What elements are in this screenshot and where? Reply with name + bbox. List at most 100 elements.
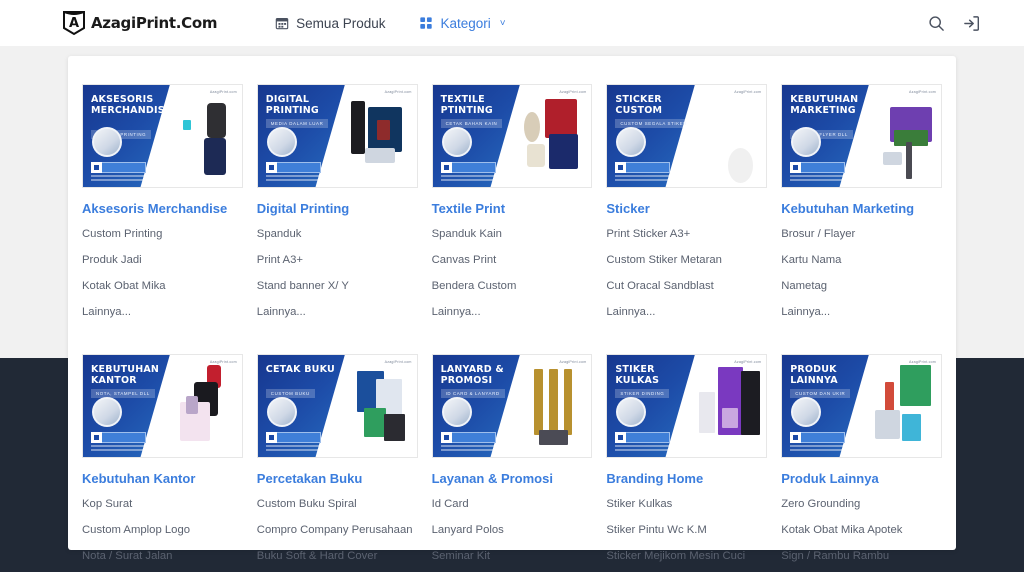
list-item: Brosur / Flayer (781, 224, 942, 242)
category-sub-link[interactable]: Kotak Obat Mika (82, 280, 166, 292)
banner-shop-button[interactable] (441, 162, 496, 173)
banner-product-photo (705, 134, 730, 169)
brand-logo[interactable]: A AzagiPrint.Com (62, 10, 217, 36)
category-title-link[interactable]: Layanan & Promosi (432, 471, 593, 486)
category-title-link[interactable]: Branding Home (606, 471, 767, 486)
category-sub-link[interactable]: Bendera Custom (432, 280, 517, 292)
category-sub-link[interactable]: Print Sticker A3+ (606, 228, 690, 240)
category-banner[interactable]: LANYARD & PROMOSI ID CARD & LANYARD Azag… (432, 354, 593, 458)
category-sub-link[interactable]: Kartu Nama (781, 254, 841, 266)
category-title-link[interactable]: Kebutuhan Kantor (82, 471, 243, 486)
category-sub-link[interactable]: Spanduk Kain (432, 228, 502, 240)
shop-now-pill (801, 162, 845, 173)
category-item-list: Kop Surat Custom Amplop Logo Nota / Sura… (82, 494, 243, 572)
category-sub-link[interactable]: Kotak Obat Mika Apotek (781, 524, 902, 536)
banner-shop-button[interactable] (266, 162, 321, 173)
list-item: Bendera Custom (432, 276, 593, 294)
list-item: Compro Company Perusahaan (257, 520, 418, 538)
cart-icon (790, 162, 801, 173)
banner-shop-button[interactable] (615, 432, 670, 443)
list-item: Lainnya... (257, 302, 418, 320)
banner-photo-collage (518, 355, 591, 457)
category-title-link[interactable]: Digital Printing (257, 201, 418, 216)
list-item: Stiker Pintu Wc K.M (606, 520, 767, 538)
category-sub-link[interactable]: Sign / Rambu Rambu (781, 550, 889, 562)
category-banner[interactable]: KEBUTUHAN KANTOR NOTA, STAMPEL DLL Azagi… (82, 354, 243, 458)
category-title-link[interactable]: Percetakan Buku (257, 471, 418, 486)
search-icon[interactable] (928, 15, 945, 32)
category-sub-link[interactable]: Buku Soft & Hard Cover (257, 550, 378, 562)
category-banner[interactable]: CETAK BUKU CUSTOM BUKU AzagiPrint.com (257, 354, 418, 458)
category-banner[interactable]: KEBUTUHAN MARKETING BROSUR FLYER DLL Aza… (781, 84, 942, 188)
category-sub-link[interactable]: Brosur / Flayer (781, 228, 855, 240)
cart-icon (91, 432, 102, 443)
shield-a-logo-icon: A (62, 10, 86, 36)
category-sub-link[interactable]: Print A3+ (257, 254, 303, 266)
category-sub-link[interactable]: Canvas Print (432, 254, 497, 266)
category-sub-link[interactable]: Cut Oracal Sandblast (606, 280, 713, 292)
category-sub-link[interactable]: Seminar Kit (432, 550, 490, 562)
category-sub-link[interactable]: Kop Surat (82, 498, 132, 510)
banner-photo-collage (169, 355, 242, 457)
category-sub-link[interactable]: Spanduk (257, 228, 302, 240)
list-item: Kotak Obat Mika Apotek (781, 520, 942, 538)
category-banner[interactable]: TEXTILE PTINTING CETAK BAHAN KAIN AzagiP… (432, 84, 593, 188)
category-title-link[interactable]: Textile Print (432, 201, 593, 216)
category-sub-link[interactable]: Nota / Surat Jalan (82, 550, 172, 562)
category-sub-link[interactable]: Stand banner X/ Y (257, 280, 349, 292)
banner-shop-button[interactable] (790, 432, 845, 443)
category-sub-link[interactable]: Produk Jadi (82, 254, 142, 266)
banner-shop-button[interactable] (266, 432, 321, 443)
category-sub-link[interactable]: Sticker Mejikom Mesin Cuci (606, 550, 745, 562)
nav-item-kategori[interactable]: Kategori ˅ (419, 16, 505, 31)
banner-caption-lines (615, 445, 694, 453)
category-banner[interactable]: PRODUK LAINNYA CUSTOM DAN UKIR AzagiPrin… (781, 354, 942, 458)
category-sub-link[interactable]: Custom Stiker Metaran (606, 254, 722, 266)
category-sub-link[interactable]: Compro Company Perusahaan (257, 524, 413, 536)
banner-product-photo (722, 408, 738, 428)
banner-shop-button[interactable] (91, 432, 146, 443)
banner-product-photo (527, 144, 545, 166)
category-banner[interactable]: STICKER CUSTOM CUSTOM SEGALA STIKER Azag… (606, 84, 767, 188)
banner-shop-button[interactable] (91, 162, 146, 173)
nav-item-semua-produk[interactable]: Semua Produk (275, 16, 385, 31)
list-item: Custom Stiker Metaran (606, 250, 767, 268)
shop-now-pill (626, 162, 670, 173)
category-more-link[interactable]: Lainnya... (257, 306, 306, 318)
banner-watermark: AzagiPrint.com (909, 360, 936, 364)
category-sub-link[interactable]: Custom Amplop Logo (82, 524, 190, 536)
category-banner[interactable]: DIGITAL PRINTING MEDIA DALAM LUAR AzagiP… (257, 84, 418, 188)
category-sub-link[interactable]: Stiker Pintu Wc K.M (606, 524, 706, 536)
login-icon[interactable] (963, 15, 980, 32)
category-more-link[interactable]: Lainnya... (432, 306, 481, 318)
banner-shop-button[interactable] (790, 162, 845, 173)
category-sub-link[interactable]: Custom Printing (82, 228, 162, 240)
category-sub-link[interactable]: Nametag (781, 280, 827, 292)
category-more-link[interactable]: Lainnya... (82, 306, 131, 318)
category-title-link[interactable]: Kebutuhan Marketing (781, 201, 942, 216)
brand-name: AzagiPrint.Com (91, 14, 217, 32)
category-sub-link[interactable]: Stiker Kulkas (606, 498, 672, 510)
category-sub-link[interactable]: Id Card (432, 498, 469, 510)
category-sub-link[interactable]: Zero Grounding (781, 498, 860, 510)
list-item: Lainnya... (606, 302, 767, 320)
category-panel: AKSESORIS MERCHANDISE CUSTOM PRINTING Az… (68, 56, 956, 550)
category-sub-link[interactable]: Lanyard Polos (432, 524, 504, 536)
banner-photo-collage (169, 85, 242, 187)
category-banner[interactable]: AKSESORIS MERCHANDISE CUSTOM PRINTING Az… (82, 84, 243, 188)
banner-shop-button[interactable] (441, 432, 496, 443)
category-sub-link[interactable]: Custom Buku Spiral (257, 498, 357, 510)
category-title-link[interactable]: Produk Lainnya (781, 471, 942, 486)
category-title-link[interactable]: Sticker (606, 201, 767, 216)
banner-photo-collage (344, 85, 417, 187)
banner-product-photo (875, 410, 900, 439)
category-title-link[interactable]: Aksesoris Merchandise (82, 201, 243, 216)
banner-watermark: AzagiPrint.com (734, 90, 761, 94)
list-item: Cut Oracal Sandblast (606, 276, 767, 294)
banner-product-photo (699, 392, 715, 433)
category-more-link[interactable]: Lainnya... (781, 306, 830, 318)
category-banner[interactable]: STIKER KULKAS STIKER DINDING AzagiPrint.… (606, 354, 767, 458)
list-item: Custom Printing (82, 224, 243, 242)
category-more-link[interactable]: Lainnya... (606, 306, 655, 318)
banner-shop-button[interactable] (615, 162, 670, 173)
